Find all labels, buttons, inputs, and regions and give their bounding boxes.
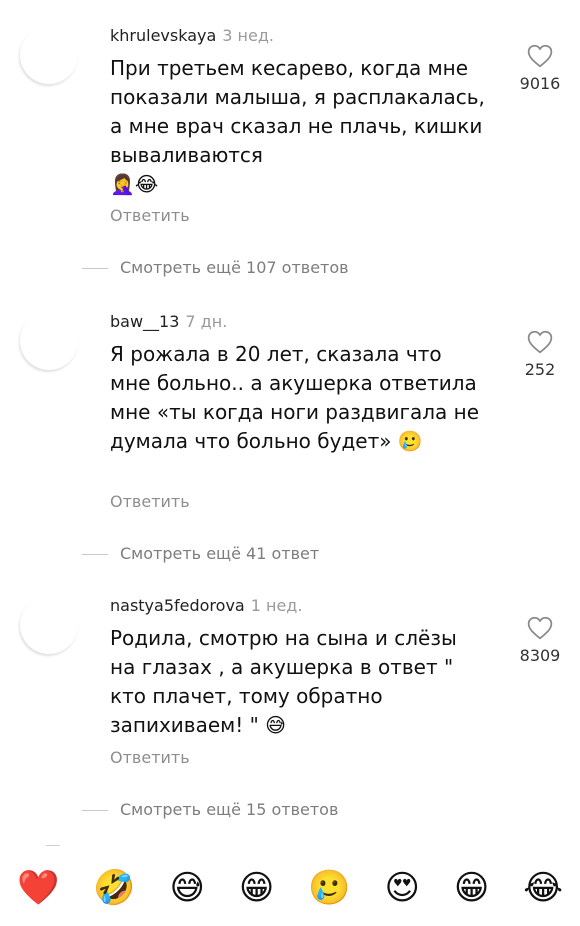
emoji-smile-tear-button[interactable]: 🥲: [308, 871, 350, 905]
comment-emoji: 🥲: [397, 429, 423, 453]
emoji-heart-button[interactable]: ❤️: [17, 871, 59, 905]
comment-text: Родила, смотрю на сына и слёзы на глазах…: [110, 624, 485, 740]
timestamp: 1 нед.: [250, 596, 303, 615]
emoji-grin-button[interactable]: 😁: [454, 871, 489, 905]
comment-emoji: 😅: [265, 713, 287, 737]
divider-line: [46, 845, 60, 846]
emoji-joy-button[interactable]: 😂: [523, 871, 563, 905]
timestamp: 3 нед.: [222, 26, 274, 45]
emoji-sweat-smile-button[interactable]: 😅: [169, 871, 204, 905]
comment-body: Я рожала в 20 лет, сказала что мне больн…: [110, 342, 480, 453]
heart-outline-icon: [527, 616, 553, 640]
heart-outline-icon: [527, 330, 553, 354]
view-more-label: Смотреть ещё 15 ответов: [120, 800, 339, 819]
avatar[interactable]: [20, 596, 78, 654]
view-more-label: Смотреть ещё 107 ответов: [120, 258, 349, 277]
view-more-replies[interactable]: Смотреть ещё 41 ответ: [82, 544, 319, 563]
like-button[interactable]: 9016: [512, 44, 568, 93]
emoji-reaction-bar: ❤️ 🤣 😅 😁 🥲 😍 😁 😂: [0, 850, 580, 926]
comment-body: При третьем кесарево, когда мне показали…: [110, 56, 485, 167]
heart-outline-icon: [527, 44, 553, 68]
like-count: 8309: [519, 646, 561, 665]
emoji-grin-button[interactable]: 😁: [239, 871, 274, 905]
username[interactable]: nastya5fedorova: [110, 596, 245, 615]
emoji-rofl-button[interactable]: 🤣: [93, 871, 135, 905]
reply-button[interactable]: Ответить: [110, 492, 190, 511]
timestamp: 7 дн.: [185, 312, 228, 331]
view-more-replies[interactable]: Смотреть ещё 107 ответов: [82, 258, 349, 277]
view-more-replies[interactable]: Смотреть ещё 15 ответов: [82, 800, 338, 819]
avatar[interactable]: [20, 26, 78, 84]
view-more-label: Смотреть ещё 41 ответ: [120, 544, 320, 563]
reply-button[interactable]: Ответить: [110, 206, 190, 225]
username[interactable]: khrulevskaya: [110, 26, 216, 45]
avatar[interactable]: [20, 312, 78, 370]
divider-line: [82, 268, 108, 269]
divider-line: [82, 554, 108, 555]
comment-text: При третьем кесарево, когда мне показали…: [110, 54, 485, 199]
comment-meta: khrulevskaya 3 нед.: [110, 26, 274, 45]
like-count: 252: [524, 360, 556, 379]
divider-line: [82, 810, 108, 811]
comment-meta: baw__13 7 дн.: [110, 312, 227, 331]
comment-meta: nastya5fedorova 1 нед.: [110, 596, 302, 615]
like-button[interactable]: 8309: [512, 616, 568, 665]
like-count: 9016: [519, 74, 561, 93]
username[interactable]: baw__13: [110, 312, 179, 331]
comment-emoji: 🤦‍♀️😂: [110, 172, 159, 196]
like-button[interactable]: 252: [512, 330, 568, 379]
emoji-heart-eyes-button[interactable]: 😍: [385, 871, 420, 905]
reply-button[interactable]: Ответить: [110, 748, 190, 767]
comment-text: Я рожала в 20 лет, сказала что мне больн…: [110, 340, 485, 456]
